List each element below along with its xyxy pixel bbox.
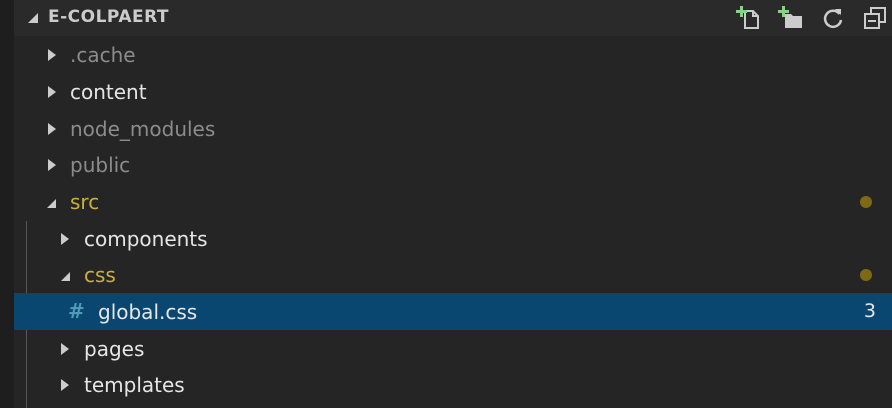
collapse-all-button[interactable] [862,5,888,31]
tree-item-src[interactable]: src [14,183,892,220]
tree-item-pages[interactable]: pages [14,330,892,367]
file-explorer: E-COLPAERT .cache content node_modules p… [0,0,892,408]
tree-item-css[interactable]: css [14,256,892,293]
chevron-down-icon [61,272,70,281]
new-file-button[interactable] [736,5,762,31]
chevron-right-icon [61,233,69,245]
refresh-icon [823,9,843,29]
workspace-title: E-COLPAERT [48,7,170,27]
modified-indicator [860,269,872,281]
chevron-right-icon [61,343,69,355]
tree-item-node-modules[interactable]: node_modules [14,110,892,147]
tree-item-content[interactable]: content [14,73,892,110]
tree-item-label: content [70,80,147,104]
chevron-down-icon[interactable] [28,13,38,23]
new-folder-button[interactable] [778,5,804,31]
tree-item-label: css [84,263,116,287]
tree-item-templates[interactable]: templates [14,366,892,403]
refresh-button[interactable] [820,5,846,31]
chevron-down-icon [47,199,56,208]
tree-item-cache[interactable]: .cache [14,36,892,73]
hash-icon: # [68,299,85,323]
new-folder-icon [778,6,802,28]
collapse-all-icon [864,7,886,29]
modified-indicator [860,196,872,208]
tree-item-label: components [84,227,208,251]
explorer-header[interactable]: E-COLPAERT [14,0,892,36]
tree-item-label: public [70,153,131,177]
chevron-right-icon [48,49,56,61]
problems-count-badge: 3 [863,300,876,322]
chevron-right-icon [48,159,56,171]
tree-item-public[interactable]: public [14,146,892,183]
tree-item-global-css[interactable]: # global.css 3 [14,293,892,330]
tree-item-components[interactable]: components [14,220,892,257]
tree-item-label: node_modules [70,117,216,141]
chevron-right-icon [48,123,56,135]
tree-item-label: .cache [70,43,136,67]
chevron-right-icon [48,86,56,98]
tree-item-label: pages [84,337,145,361]
tree-item-label: templates [84,373,185,397]
activity-strip [0,0,14,408]
chevron-right-icon [61,379,69,391]
tree-item-label: global.css [98,300,198,324]
tree-item-label: src [70,190,100,214]
new-file-icon [736,6,759,29]
